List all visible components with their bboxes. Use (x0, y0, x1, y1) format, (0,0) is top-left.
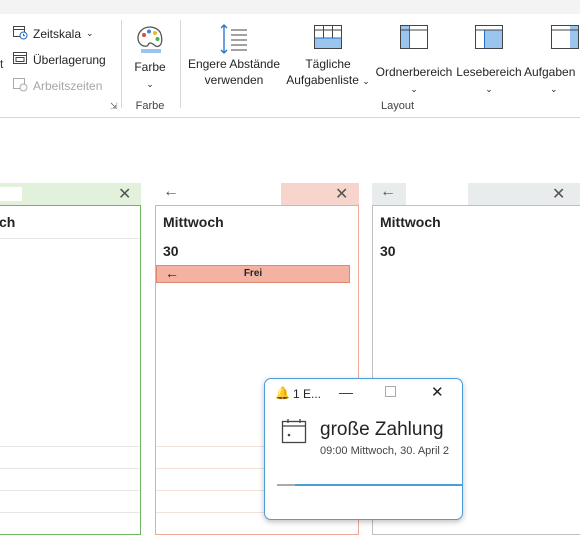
day-number: 30 (380, 243, 396, 259)
overlay-label: Überlagerung (33, 52, 106, 67)
color-group-label: Farbe (135, 100, 165, 112)
color-button-label: Farbe (134, 60, 166, 74)
progress-line (277, 484, 462, 486)
timescale-button[interactable]: Zeitskala ⌄ (12, 24, 94, 43)
separator (180, 20, 181, 108)
event-title: große Zahlung (320, 419, 444, 440)
calendar-tab-header: ← ✕ (155, 183, 359, 205)
daily-tasks-label-1: Tägliche (305, 57, 351, 71)
calendar-tab-label-mask (406, 183, 468, 205)
timescale-label: Zeitskala (33, 26, 82, 41)
folder-pane-label: Ordnerbereich (375, 65, 453, 79)
daily-tasks-label-2: Aufgabenliste (286, 73, 359, 87)
reminder-window-title: 1 E... (293, 387, 322, 401)
task-pane-icon (524, 24, 580, 64)
calendar-icon (281, 418, 307, 449)
calendar-column: ✕ ch (0, 118, 141, 535)
close-icon[interactable]: ✕ (335, 184, 348, 204)
reading-pane-button[interactable]: Lesebereich ⌄ (456, 24, 522, 97)
chevron-down-icon: ⌄ (485, 84, 493, 94)
compact-label-1: Engere Abstände (187, 57, 281, 71)
ribbon-cut-text: t (0, 57, 4, 71)
close-icon[interactable]: ✕ (552, 184, 565, 204)
chevron-down-icon: ⌄ (410, 84, 418, 94)
arrow-left-icon[interactable]: ← (163, 183, 179, 201)
divider (0, 238, 140, 239)
separator (121, 20, 122, 108)
reading-pane-label: Lesebereich (456, 65, 522, 79)
dialog-launcher-icon[interactable]: ⇲ (110, 101, 118, 112)
overlay-icon (12, 50, 28, 69)
day-name: Mittwoch (163, 214, 224, 230)
chevron-down-icon: ⌄ (146, 79, 154, 89)
close-icon[interactable]: ✕ (118, 184, 131, 204)
chevron-down-icon: ⌄ (362, 76, 370, 86)
color-button[interactable]: Farbe ⌄ (128, 24, 172, 92)
compact-spacing-button[interactable]: Engere Abstände verwenden (186, 22, 282, 88)
calendar-tab-label-mask (0, 187, 22, 201)
bell-icon: 🔔 (275, 386, 290, 400)
overlay-button[interactable]: Überlagerung (12, 50, 106, 69)
arrow-left-icon[interactable]: ← (380, 183, 396, 201)
maximize-icon[interactable] (385, 386, 396, 397)
day-name: ch (0, 214, 16, 230)
folder-pane-button[interactable]: Ordnerbereich ⌄ (374, 24, 454, 97)
day-number: 30 (163, 243, 179, 259)
daily-tasks-button[interactable]: Tägliche Aufgabenliste ⌄ (284, 24, 372, 89)
layout-group-label: Layout (380, 100, 415, 112)
calendar-tab-header: ✕ (0, 183, 141, 205)
workhours-button[interactable]: Arbeitszeiten (12, 76, 102, 95)
divider (0, 490, 140, 491)
divider (0, 468, 140, 469)
close-icon[interactable]: ✕ (431, 383, 444, 401)
reading-pane-icon (456, 24, 522, 64)
day-name: Mittwoch (380, 214, 441, 230)
chevron-down-icon: ⌄ (550, 84, 558, 94)
palette-icon (128, 24, 172, 54)
calendar-tab-header: ← ✕ (372, 183, 580, 205)
workhours-icon (12, 76, 28, 95)
divider (0, 512, 140, 513)
workhours-label: Arbeitszeiten (33, 78, 103, 93)
free-time-event[interactable]: ← Frei (156, 265, 350, 283)
event-time: 09:00 Mittwoch, 30. April 2 (320, 445, 450, 457)
reminder-window[interactable]: 🔔 1 E... — ✕ große Zahlung 09:00 Mittwoc… (264, 378, 463, 520)
timescale-icon (12, 24, 28, 43)
chevron-down-icon: ⌄ (86, 28, 94, 38)
daily-task-list-icon (284, 24, 372, 56)
ribbon: t Zeitskala ⌄ Überlagerung Arbeitszeiten… (0, 0, 580, 118)
event-label: Frei (243, 268, 263, 279)
task-pane-button[interactable]: Aufgaben ⌄ (524, 24, 580, 97)
ribbon-top-strip (0, 0, 580, 14)
divider (0, 446, 140, 447)
task-pane-label: Aufgaben (524, 65, 576, 79)
compact-label-2: verwenden (204, 73, 264, 87)
calendar-day-body: ch (0, 205, 141, 535)
folder-pane-icon (374, 24, 454, 64)
line-spacing-icon (186, 22, 282, 56)
progress-line-start (277, 484, 295, 486)
minimize-icon[interactable]: — (339, 384, 353, 400)
